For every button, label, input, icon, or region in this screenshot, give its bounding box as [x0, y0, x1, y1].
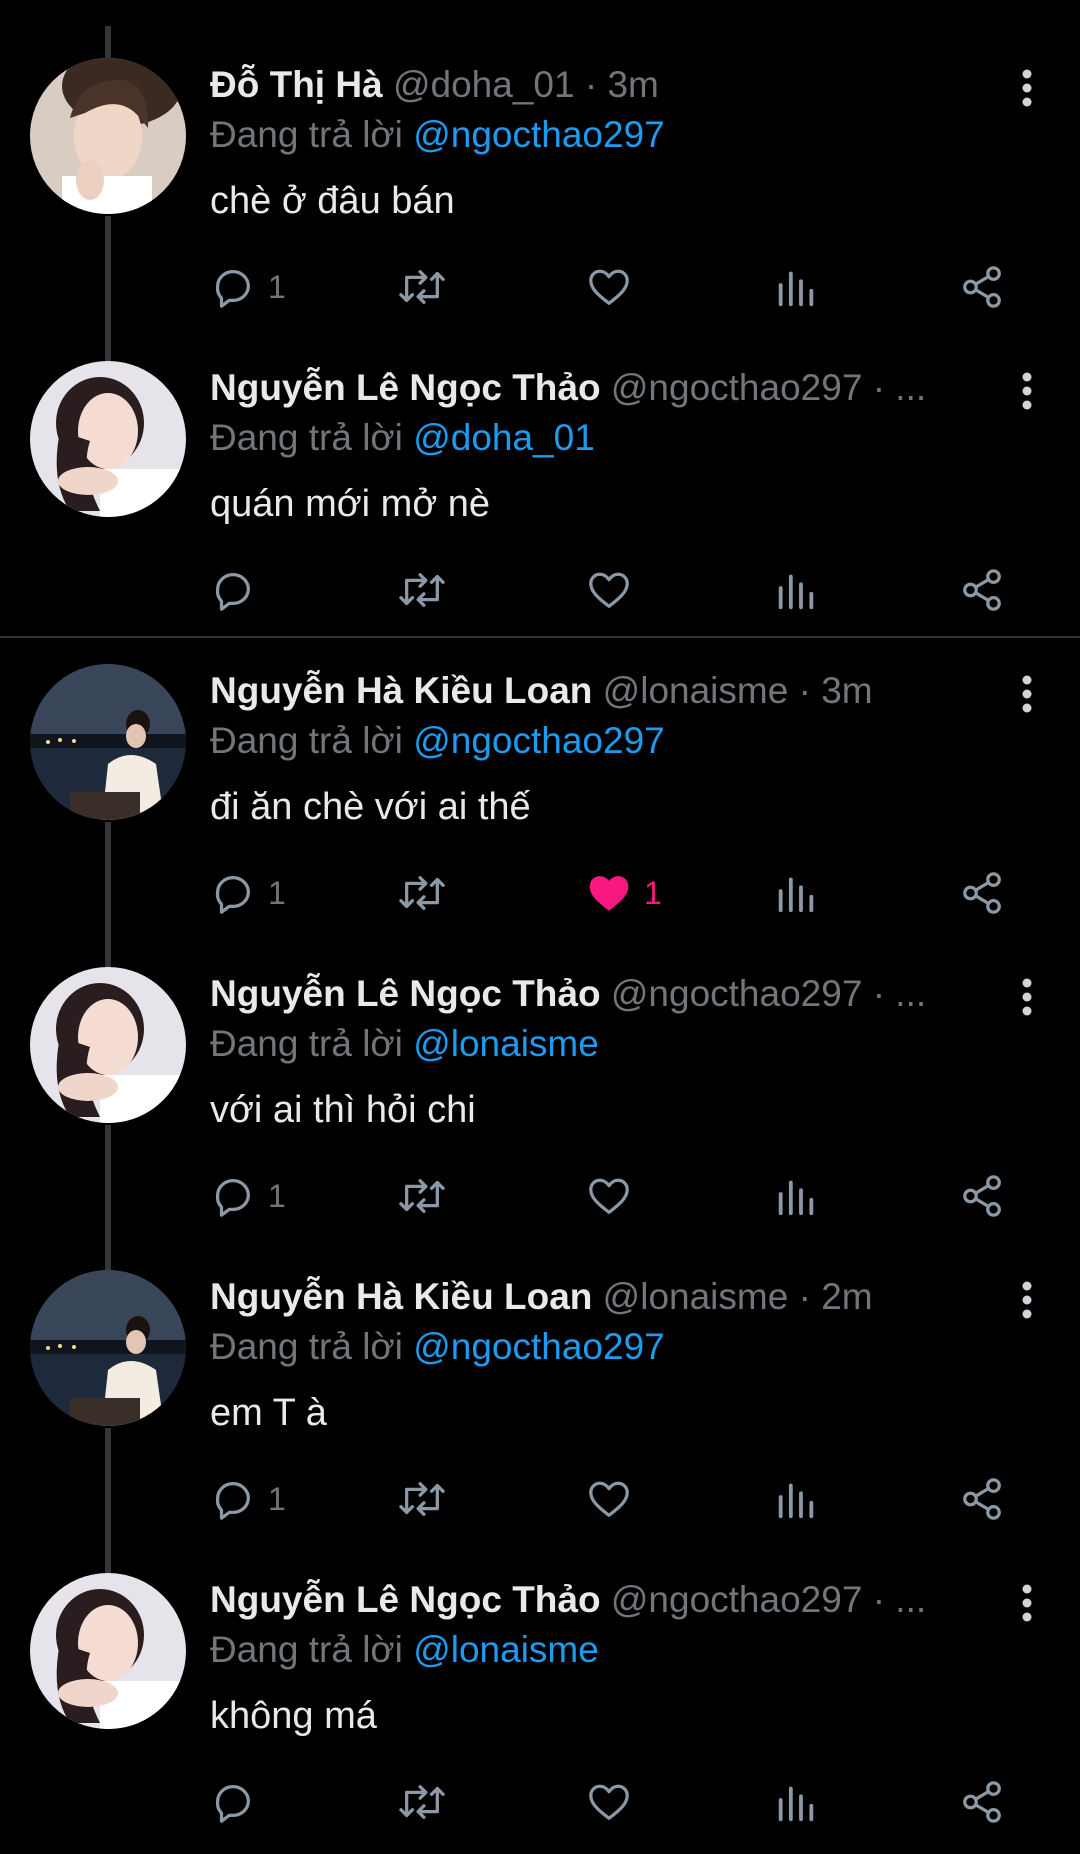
- mention-link[interactable]: @ngocthao297: [413, 720, 665, 761]
- reply-tweet[interactable]: Nguyễn Lê Ngọc Thảo @ngocthao297 · ... Đ…: [0, 303, 1080, 635]
- more-options-icon[interactable]: [1012, 68, 1042, 108]
- tweet-header: Nguyễn Lê Ngọc Thảo @ngocthao297 · ...: [210, 365, 970, 411]
- reply-count: 1: [268, 1177, 286, 1214]
- reply-tweet[interactable]: Nguyễn Hà Kiều Loan @lonaisme · 3m Đang …: [0, 606, 1080, 914]
- mention-link[interactable]: @ngocthao297: [413, 1326, 665, 1367]
- separator: ·: [872, 973, 886, 1014]
- tweet-text: với ai thì hỏi chi: [210, 1089, 476, 1131]
- avatar[interactable]: [30, 361, 186, 517]
- more-options-icon[interactable]: [1012, 1583, 1042, 1623]
- separator: ·: [798, 1276, 811, 1317]
- timestamp[interactable]: ...: [895, 1579, 926, 1620]
- mention-link[interactable]: @doha_01: [413, 417, 595, 458]
- display-name[interactable]: Nguyễn Lê Ngọc Thảo: [210, 367, 601, 408]
- tweet-text: chè ở đâu bán: [210, 180, 455, 222]
- timestamp[interactable]: 3m: [607, 64, 658, 105]
- user-handle[interactable]: @lonaisme: [603, 1276, 789, 1317]
- tweet-text: em T à: [210, 1392, 327, 1434]
- mention-link[interactable]: @lonaisme: [413, 1023, 599, 1064]
- reply-button[interactable]: [210, 1777, 268, 1827]
- reply-tweet[interactable]: Nguyễn Hà Kiều Loan @lonaisme · 2m Đang …: [0, 1212, 1080, 1520]
- retweet-icon: [399, 1785, 445, 1819]
- more-options-icon[interactable]: [1012, 1280, 1042, 1320]
- more-options-icon[interactable]: [1012, 371, 1042, 411]
- avatar[interactable]: [30, 967, 186, 1123]
- separator: ·: [872, 1579, 886, 1620]
- user-handle[interactable]: @ngocthao297: [611, 1579, 863, 1620]
- tweet-header: Nguyễn Hà Kiều Loan @lonaisme · 2m: [210, 1274, 970, 1320]
- replying-to-label: Đang trả lời: [210, 1629, 403, 1670]
- display-name[interactable]: Nguyễn Hà Kiều Loan: [210, 1276, 592, 1317]
- like-count: 1: [644, 874, 662, 911]
- retweet-button[interactable]: [397, 1777, 447, 1827]
- separator: ·: [798, 670, 811, 711]
- timestamp[interactable]: 3m: [821, 670, 872, 711]
- replying-to-label: Đang trả lời: [210, 720, 403, 761]
- avatar[interactable]: [30, 664, 186, 820]
- reply-tweet[interactable]: Nguyễn Lê Ngọc Thảo @ngocthao297 · ... Đ…: [0, 909, 1080, 1217]
- more-options-icon[interactable]: [1012, 977, 1042, 1017]
- user-handle[interactable]: @ngocthao297: [611, 973, 863, 1014]
- tweet-header: Nguyễn Hà Kiều Loan @lonaisme · 3m: [210, 668, 970, 714]
- replying-to-label: Đang trả lời: [210, 1023, 403, 1064]
- reply-tweet[interactable]: Nguyễn Lê Ngọc Thảo @ngocthao297 · ... Đ…: [0, 1515, 1080, 1854]
- reply-count: 1: [268, 1480, 286, 1517]
- replying-to: Đang trả lời @ngocthao297: [210, 1324, 665, 1370]
- user-handle[interactable]: @lonaisme: [603, 670, 789, 711]
- replying-to-label: Đang trả lời: [210, 1326, 403, 1367]
- tweet-text: đi ăn chè với ai thế: [210, 786, 531, 828]
- user-handle[interactable]: @ngocthao297: [611, 367, 863, 408]
- view-stats-button[interactable]: [773, 1777, 819, 1827]
- avatar[interactable]: [30, 58, 186, 214]
- replying-to: Đang trả lời @ngocthao297: [210, 718, 665, 764]
- replying-to-label: Đang trả lời: [210, 114, 403, 155]
- like-button[interactable]: [586, 1777, 644, 1827]
- more-options-icon[interactable]: [1012, 674, 1042, 714]
- timestamp[interactable]: ...: [895, 367, 926, 408]
- avatar[interactable]: [30, 1573, 186, 1729]
- tweet-header: Đỗ Thị Hà @doha_01 · 3m: [210, 62, 970, 108]
- tweet-text: quán mới mở nè: [210, 483, 491, 525]
- replying-to-label: Đang trả lời: [210, 417, 403, 458]
- display-name[interactable]: Đỗ Thị Hà: [210, 64, 383, 105]
- analytics-icon: [778, 1786, 814, 1822]
- tweet-text: không má: [210, 1695, 377, 1737]
- timestamp[interactable]: 2m: [821, 1276, 872, 1317]
- user-handle[interactable]: @doha_01: [393, 64, 575, 105]
- replying-to: Đang trả lời @lonaisme: [210, 1021, 599, 1067]
- tweet-header: Nguyễn Lê Ngọc Thảo @ngocthao297 · ...: [210, 1577, 970, 1623]
- share-icon: [963, 1781, 1001, 1823]
- display-name[interactable]: Nguyễn Hà Kiều Loan: [210, 670, 592, 711]
- share-button[interactable]: [958, 1777, 1006, 1827]
- separator: ·: [584, 64, 598, 105]
- mention-link[interactable]: @lonaisme: [413, 1629, 599, 1670]
- separator: ·: [872, 367, 886, 408]
- timestamp[interactable]: ...: [895, 973, 926, 1014]
- heart-icon: [589, 1784, 629, 1820]
- replying-to: Đang trả lời @doha_01: [210, 415, 595, 461]
- tweet-header: Nguyễn Lê Ngọc Thảo @ngocthao297 · ...: [210, 971, 970, 1017]
- reply-count: 1: [268, 874, 286, 911]
- reply-tweet[interactable]: Đỗ Thị Hà @doha_01 · 3m Đang trả lời @ng…: [0, 0, 1080, 308]
- replying-to: Đang trả lời @ngocthao297: [210, 112, 665, 158]
- display-name[interactable]: Nguyễn Lê Ngọc Thảo: [210, 973, 601, 1014]
- replying-to: Đang trả lời @lonaisme: [210, 1627, 599, 1673]
- reply-count: 1: [268, 268, 286, 305]
- action-bar: [0, 1777, 1080, 1827]
- avatar[interactable]: [30, 1270, 186, 1426]
- mention-link[interactable]: @ngocthao297: [413, 114, 665, 155]
- reply-icon: [215, 1785, 250, 1823]
- display-name[interactable]: Nguyễn Lê Ngọc Thảo: [210, 1579, 601, 1620]
